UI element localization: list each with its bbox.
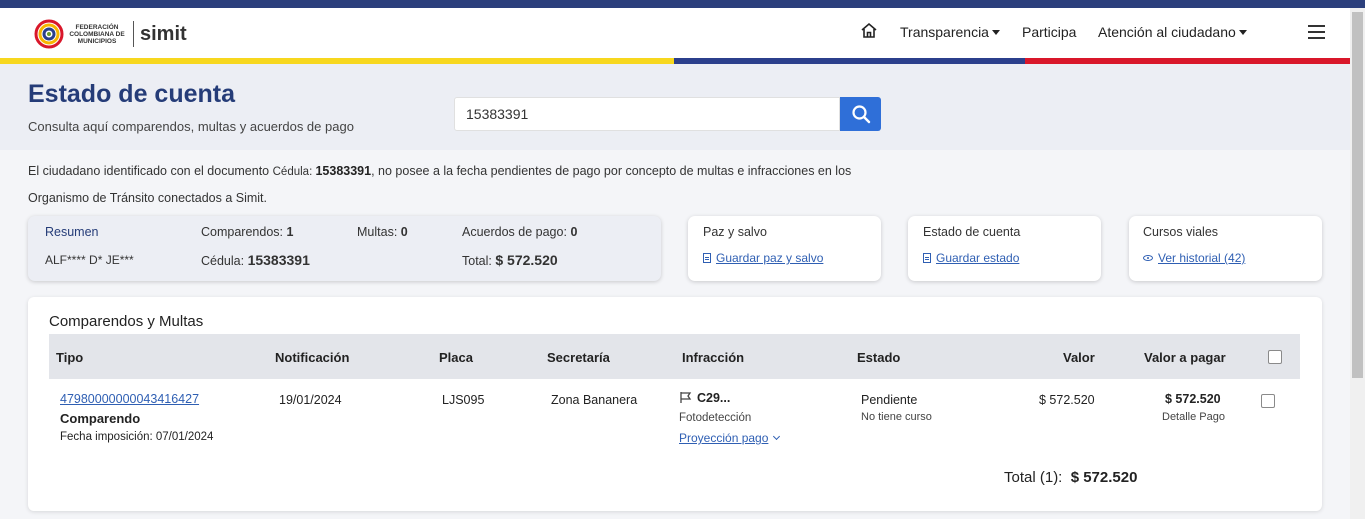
summary-cedula: Cédula: 15383391 bbox=[201, 252, 310, 268]
search-icon bbox=[851, 105, 870, 124]
table-total: Total (1): $ 572.520 bbox=[1004, 469, 1137, 486]
home-icon[interactable] bbox=[859, 21, 879, 41]
nav-atencion[interactable]: Atención al ciudadano bbox=[1098, 24, 1247, 40]
acuerdos-value: 0 bbox=[570, 225, 578, 239]
summary-multas: Multas: 0 bbox=[357, 225, 408, 239]
info-text-3: Organismo de Tránsito conectados a Simit… bbox=[28, 191, 268, 205]
header-secretaria[interactable]: Secretaría bbox=[547, 350, 610, 365]
info-message: El ciudadano identificado con el documen… bbox=[28, 158, 888, 211]
page-subtitle: Consulta aquí comparendos, multas y acue… bbox=[28, 119, 354, 134]
row-infraccion: C29... bbox=[679, 391, 730, 405]
summary-label: Resumen bbox=[45, 225, 99, 239]
acuerdos-label: Acuerdos de pago: bbox=[462, 225, 567, 239]
caret-down-icon bbox=[991, 30, 1000, 35]
detalle-pago-link[interactable]: Detalle Pago bbox=[1162, 411, 1225, 423]
row-curso: No tiene curso bbox=[861, 411, 932, 423]
summary-name: ALF**** D* JE*** bbox=[45, 253, 134, 267]
summary-comparendos: Comparendos: 1 bbox=[201, 225, 293, 239]
nav-transparencia-label: Transparencia bbox=[900, 24, 989, 40]
panel-title: Comparendos y Multas bbox=[49, 313, 204, 330]
estado-de-cuenta-title: Estado de cuenta bbox=[923, 225, 1021, 239]
guardar-estado-link[interactable]: Guardar estado bbox=[923, 251, 1019, 265]
row-valor-a-pagar: $ 572.520 bbox=[1165, 392, 1221, 406]
total-value: $ 572.520 bbox=[495, 252, 558, 268]
camera-flag-icon bbox=[680, 392, 692, 403]
proyeccion-pago-toggle[interactable]: Proyección pago bbox=[679, 431, 781, 445]
paz-y-salvo-title: Paz y salvo bbox=[703, 225, 767, 239]
caret-down-icon bbox=[1238, 30, 1247, 35]
hamburger-menu-icon[interactable] bbox=[1308, 25, 1325, 39]
guardar-estado-label: Guardar estado bbox=[936, 251, 1020, 265]
row-placa: LJS095 bbox=[442, 393, 485, 407]
comparendo-number-link[interactable]: 47980000000043416427 bbox=[60, 392, 199, 406]
header-valor-a-pagar[interactable]: Valor a pagar bbox=[1144, 350, 1226, 365]
logo-simit-text: simit bbox=[140, 22, 187, 45]
select-all-checkbox[interactable] bbox=[1268, 350, 1282, 364]
logo-federacion-text: FEDERACIÓN COLOMBIANA DE MUNICIPIOS bbox=[69, 23, 125, 45]
row-infraccion-code: C29... bbox=[697, 391, 731, 405]
row-estado: Pendiente bbox=[861, 393, 918, 407]
table-header bbox=[49, 334, 1300, 379]
document-icon bbox=[703, 253, 711, 263]
header-infraccion[interactable]: Infracción bbox=[682, 350, 744, 365]
header-estado[interactable]: Estado bbox=[857, 350, 900, 365]
guardar-paz-y-salvo-label: Guardar paz y salvo bbox=[716, 251, 824, 265]
search-input[interactable] bbox=[454, 97, 840, 131]
info-text-2: , no posee a la fecha pendientes de pago… bbox=[371, 164, 852, 178]
federacion-logo-icon bbox=[34, 19, 64, 49]
row-notificacion: 19/01/2024 bbox=[279, 393, 342, 407]
proyeccion-pago-label: Proyección pago bbox=[679, 431, 769, 445]
header-tipo[interactable]: Tipo bbox=[56, 350, 83, 365]
comparendos-label: Comparendos: bbox=[201, 225, 283, 239]
comparendos-value: 1 bbox=[286, 225, 294, 239]
nav-transparencia[interactable]: Transparencia bbox=[900, 24, 1000, 40]
table-total-label: Total (1): bbox=[1004, 469, 1063, 486]
header-notificacion[interactable]: Notificación bbox=[275, 350, 349, 365]
info-doc-number: 15383391 bbox=[315, 164, 372, 178]
row-checkbox[interactable] bbox=[1261, 394, 1275, 408]
summary-total: Total: $ 572.520 bbox=[462, 252, 558, 268]
eye-icon bbox=[1143, 255, 1153, 261]
cedula-label: Cédula: bbox=[201, 254, 245, 268]
guardar-paz-y-salvo-link[interactable]: Guardar paz y salvo bbox=[703, 251, 823, 265]
row-fecha-imposicion: Fecha imposición: 07/01/2024 bbox=[60, 431, 214, 443]
info-text-1: El ciudadano identificado con el documen… bbox=[28, 164, 273, 178]
document-icon bbox=[923, 253, 931, 263]
search-button[interactable] bbox=[840, 97, 881, 131]
simit-logo[interactable]: FEDERACIÓN COLOMBIANA DE MUNICIPIOS simi… bbox=[34, 14, 187, 54]
top-stripe bbox=[0, 0, 1365, 8]
cursos-viales-title: Cursos viales bbox=[1143, 225, 1219, 239]
nav-participa[interactable]: Participa bbox=[1022, 24, 1076, 40]
ver-historial-link[interactable]: Ver historial (42) bbox=[1143, 251, 1245, 265]
scrollbar-thumb[interactable] bbox=[1352, 12, 1363, 378]
row-infraccion-tipo: Fotodetección bbox=[679, 412, 752, 424]
multas-label: Multas: bbox=[357, 225, 398, 239]
row-valor: $ 572.520 bbox=[1039, 393, 1095, 407]
info-doc-type: Cédula bbox=[272, 166, 310, 178]
ver-historial-label: Ver historial (42) bbox=[1158, 251, 1246, 265]
row-tipo: Comparendo bbox=[60, 411, 141, 426]
total-label: Total: bbox=[462, 254, 492, 268]
navbar: FEDERACIÓN COLOMBIANA DE MUNICIPIOS simi… bbox=[0, 8, 1350, 58]
row-secretaria: Zona Bananera bbox=[551, 393, 638, 407]
header-valor[interactable]: Valor bbox=[1063, 350, 1095, 365]
multas-value: 0 bbox=[400, 225, 408, 239]
chevron-down-icon bbox=[773, 432, 781, 441]
page-title: Estado de cuenta bbox=[28, 80, 235, 108]
header-placa[interactable]: Placa bbox=[439, 350, 473, 365]
cedula-value: 15383391 bbox=[247, 252, 310, 268]
comparendo-number: 47980000000043416427 bbox=[60, 392, 200, 406]
summary-acuerdos: Acuerdos de pago: 0 bbox=[462, 225, 577, 239]
table-total-value: $ 572.520 bbox=[1070, 469, 1138, 486]
nav-atencion-label: Atención al ciudadano bbox=[1098, 24, 1236, 40]
logo-separator bbox=[133, 21, 134, 47]
